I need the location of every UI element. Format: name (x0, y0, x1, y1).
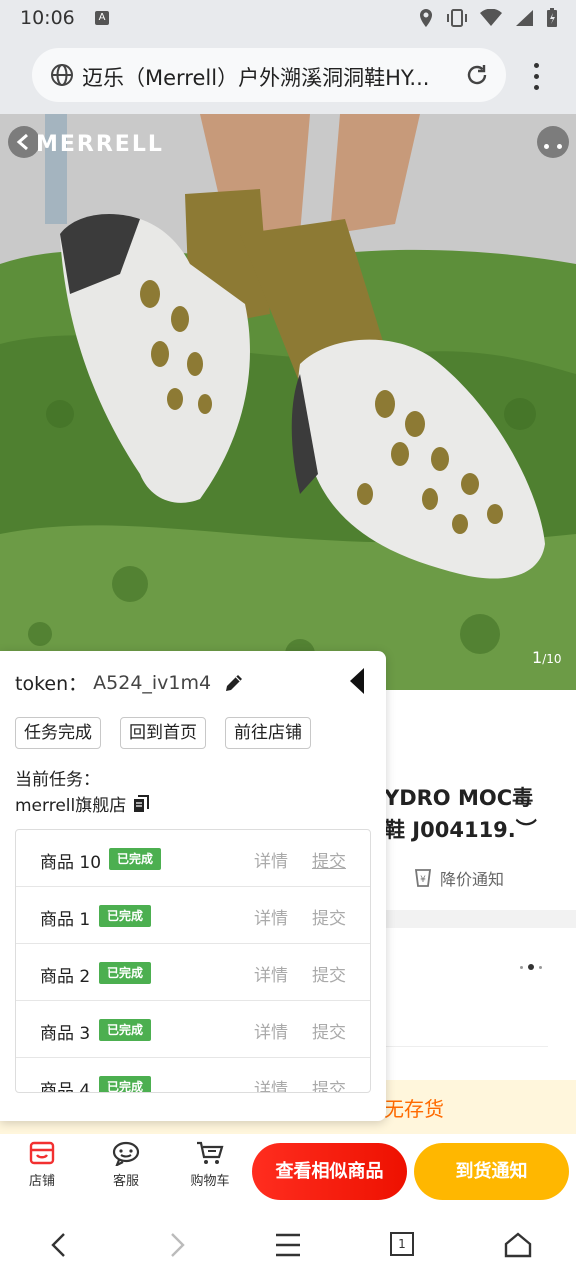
browser-toolbar: 迈乐（Merrell）户外溯溪洞洞鞋HY... (0, 36, 576, 114)
task-name: 商品 2 (40, 967, 91, 987)
store-button[interactable]: 店铺 (12, 1140, 72, 1189)
task-row: 商品 2 已完成 详情 提交 (16, 944, 370, 1001)
hamburger-menu-icon[interactable] (268, 1230, 308, 1260)
chevron-left-icon (16, 133, 28, 151)
detail-link[interactable]: 详情 (254, 1018, 288, 1043)
submit-link[interactable]: 提交 (312, 1075, 346, 1092)
task-name: 商品 10 (40, 853, 102, 873)
nav-back-icon[interactable] (40, 1230, 80, 1260)
view-similar-button[interactable]: 查看相似商品 (252, 1143, 407, 1200)
divider-line (384, 1046, 548, 1047)
task-complete-button[interactable]: 任务完成 (15, 717, 101, 749)
browser-menu-icon[interactable] (526, 60, 546, 94)
product-title: YDRO MOC毒 鞋 J004119.︶ (384, 786, 537, 842)
customer-service-button[interactable]: 客服 (96, 1140, 156, 1189)
submit-link[interactable]: 提交 (312, 847, 346, 872)
product-photo (0, 114, 576, 690)
task-name: 商品 3 (40, 1024, 91, 1044)
product-action-bar: 店铺 客服 购物车 查看相似商品 到货通知 (0, 1134, 576, 1210)
globe-icon (51, 64, 73, 86)
battery-icon (547, 8, 557, 27)
task-list: 商品 10 已完成 详情 提交 商品 1 已完成 详情 提交 商品 2 已完成 … (15, 829, 371, 1093)
detail-link[interactable]: 详情 (254, 961, 288, 986)
task-row: 商品 1 已完成 详情 提交 (16, 887, 370, 944)
product-image[interactable]: MERRELL 1/10 (0, 114, 576, 690)
more-options-button[interactable] (537, 126, 569, 158)
price-drop-notice[interactable]: ¥ 降价通知 (412, 866, 504, 890)
current-store-name: merrell旗舰店 (15, 796, 127, 816)
done-badge: 已完成 (99, 962, 152, 984)
token-value: A524_iv1m4 (93, 671, 212, 694)
collapse-triangle-icon[interactable] (348, 666, 366, 696)
status-icons (418, 7, 558, 29)
url-text: 迈乐（Merrell）户外溯溪洞洞鞋HY... (82, 66, 430, 90)
vibrate-icon (447, 9, 467, 27)
notification-a-icon: A (95, 11, 109, 25)
detail-link[interactable]: 详情 (254, 904, 288, 929)
browser-bottom-nav (0, 1210, 576, 1280)
reload-icon[interactable] (464, 62, 490, 88)
task-row: 商品 10 已完成 详情 提交 (16, 830, 370, 887)
detail-link[interactable]: 详情 (254, 847, 288, 872)
go-to-store-button[interactable]: 前往店铺 (225, 717, 311, 749)
chat-icon (112, 1141, 140, 1166)
image-counter: 1/10 (532, 648, 562, 667)
task-name: 商品 4 (40, 1081, 91, 1093)
task-row: 商品 3 已完成 详情 提交 (16, 1001, 370, 1058)
store-icon (29, 1141, 55, 1165)
ellipsis-icon[interactable] (520, 964, 542, 970)
pencil-icon[interactable] (223, 672, 245, 694)
done-badge: 已完成 (99, 1019, 152, 1041)
done-badge: 已完成 (99, 905, 152, 927)
token-label: token： (15, 673, 88, 695)
price-tag-icon: ¥ (414, 869, 432, 887)
nav-forward-icon[interactable] (156, 1230, 196, 1260)
current-store: merrell旗舰店 (15, 791, 150, 816)
done-badge: 已完成 (99, 1076, 152, 1092)
done-badge: 已完成 (109, 848, 162, 870)
location-icon (420, 9, 432, 27)
address-bar[interactable]: 迈乐（Merrell）户外溯溪洞洞鞋HY... (32, 48, 506, 102)
brand-logo: MERRELL (36, 132, 164, 157)
task-panel: token： A524_iv1m4 任务完成 回到首页 前往店铺 当前任务： m… (0, 651, 386, 1121)
cart-button[interactable]: 购物车 (180, 1140, 240, 1189)
task-row: 商品 4 已完成 详情 提交 (16, 1058, 370, 1093)
detail-link[interactable]: 详情 (254, 1075, 288, 1092)
svg-text:¥: ¥ (420, 875, 426, 885)
submit-link[interactable]: 提交 (312, 904, 346, 929)
wifi-icon (480, 9, 502, 26)
cart-icon (197, 1141, 224, 1164)
submit-link[interactable]: 提交 (312, 961, 346, 986)
status-time: 10:06 (20, 7, 75, 29)
back-home-button[interactable]: 回到首页 (120, 717, 206, 749)
current-task-label: 当前任务： (15, 770, 100, 790)
token-row: token： A524_iv1m4 (15, 669, 245, 696)
arrival-notice-button[interactable]: 到货通知 (414, 1143, 569, 1200)
signal-icon (516, 10, 533, 26)
home-icon[interactable] (498, 1230, 538, 1260)
status-bar: 10:06 A (0, 0, 576, 36)
copy-icon[interactable] (132, 794, 150, 814)
tabs-button[interactable]: 1 (390, 1232, 414, 1256)
task-name: 商品 1 (40, 910, 91, 930)
submit-link[interactable]: 提交 (312, 1018, 346, 1043)
stock-status: 无存货 (384, 1097, 444, 1121)
